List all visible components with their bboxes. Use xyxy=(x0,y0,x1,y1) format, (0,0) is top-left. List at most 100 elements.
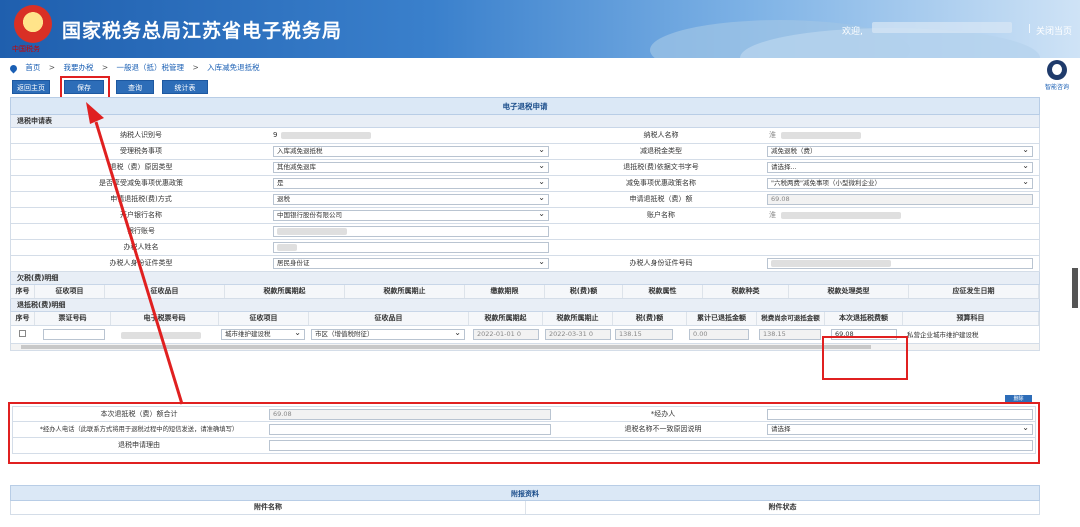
refund-col: 预算科目 xyxy=(903,312,1039,325)
form-row: 申请退抵税(费)方式 退税 申请退抵税（费）额 69.08 xyxy=(10,192,1040,208)
policy-flag-select[interactable]: 是 xyxy=(273,178,549,189)
owe-col: 征收项目 xyxy=(35,285,105,298)
stats-button[interactable]: 统计表 xyxy=(162,80,208,94)
taxpayer-id-label: 纳税人识别号 xyxy=(120,131,162,139)
breadcrumb-refund-mgmt[interactable]: 一般退（抵）税管理 xyxy=(117,63,185,72)
form-row: 本次退抵税（费）额合计 69.08 *经办人 xyxy=(12,406,1036,422)
apply-amount-field[interactable]: 69.08 xyxy=(767,194,1033,205)
owe-col: 缴款期限 xyxy=(465,285,545,298)
handler-name-field[interactable] xyxy=(273,242,549,253)
levy-item-select[interactable]: 城市维护建设税 xyxy=(221,329,305,340)
refund-col: 本次退抵税费额 xyxy=(825,312,903,325)
method-select[interactable]: 退税 xyxy=(273,194,549,205)
breadcrumb: 首页 > 我要办税 > 一般退（抵）税管理 > 入库减免退抵税 xyxy=(8,62,266,73)
refund-col: 税款所属期起 xyxy=(469,312,543,325)
mismatch-select[interactable]: 请选择 xyxy=(767,424,1033,435)
owe-col: 征收品目 xyxy=(105,285,225,298)
form-title: 电子退税申请 xyxy=(10,97,1040,115)
form-row: 办税人身份证件类型 居民身份证 办税人身份证件号码 xyxy=(10,256,1040,272)
redacted-value xyxy=(277,228,347,235)
redacted-value xyxy=(781,132,861,139)
section-owe: 欠税(费)明细 xyxy=(10,272,1040,285)
refunded-field[interactable]: 0.00 xyxy=(689,329,749,340)
section-apply: 退税申请表 xyxy=(10,115,1040,128)
refund-table-header: 序号 票证号码 电子税票号码 征收项目 征收品目 税款所属期起 税款所属期止 税… xyxy=(10,312,1040,326)
handler-label: *经办人 xyxy=(650,410,676,418)
refund-reason-select[interactable]: 其他减免退库 xyxy=(273,162,549,173)
policy-name-label: 减免事项优惠政策名称 xyxy=(626,179,696,187)
header-separator: | xyxy=(1028,24,1032,34)
remaining-field[interactable]: 138.15 xyxy=(759,329,821,340)
assistant-label: 智能咨询 xyxy=(1044,84,1069,91)
policy-name-select[interactable]: "六税两费"减免事项（小型微利企业） xyxy=(767,178,1033,189)
bank-select[interactable]: 中国银行股份有限公司 xyxy=(273,210,549,221)
owe-col: 税款处理类型 xyxy=(789,285,909,298)
attach-col-name: 附件名称 xyxy=(11,501,526,514)
redacted-value xyxy=(121,332,201,339)
breadcrumb-home[interactable]: 首页 xyxy=(25,63,40,72)
reason-field[interactable] xyxy=(269,440,1033,451)
reduce-type-select[interactable]: 减免退税（费） xyxy=(767,146,1033,157)
policy-flag-label: 是否享受减免事项优惠政策 xyxy=(99,179,183,187)
side-scroll-handle[interactable] xyxy=(1072,268,1078,308)
tax-emblem-icon xyxy=(14,5,52,43)
section-refund: 退抵税(费)明细 xyxy=(10,299,1040,312)
redacted-value xyxy=(281,132,371,139)
account-name-label: 账户名称 xyxy=(647,211,675,219)
breadcrumb-tax[interactable]: 我要办税 xyxy=(63,63,93,72)
owe-table-header: 序号 征收项目 征收品目 税款所属期起 税款所属期止 缴款期限 税(费)额 税款… xyxy=(10,285,1040,299)
refund-col: 征收项目 xyxy=(219,312,309,325)
summary-section: 本次退抵税（费）额合计 69.08 *经办人 *经办人电话（此联系方式将用于退税… xyxy=(12,406,1036,454)
smart-assistant[interactable]: 智能咨询 xyxy=(1042,60,1072,91)
redacted-value xyxy=(771,260,891,267)
attach-col-status: 附件状态 xyxy=(768,503,797,511)
form-row: 是否享受减免事项优惠政策 是 减免事项优惠政策名称 "六税两费"减免事项（小型微… xyxy=(10,176,1040,192)
handle-item-select[interactable]: 入库减免退抵税 xyxy=(273,146,549,157)
refund-doc-select[interactable]: 请选择... xyxy=(767,162,1033,173)
assistant-icon xyxy=(1047,60,1067,80)
form-row: 受理税务事项 入库减免退抵税 减退税金类型 减免退税（费） xyxy=(10,144,1040,160)
form-row: 退税申请理由 xyxy=(12,438,1036,454)
owe-col: 税款属性 xyxy=(623,285,703,298)
scroll-thumb[interactable] xyxy=(21,345,871,349)
handler-field[interactable] xyxy=(767,409,1033,420)
query-button[interactable]: 查询 xyxy=(116,80,154,94)
top-banner: 中国税务 国家税务总局江苏省电子税务局 欢迎, | 关闭当页 xyxy=(0,0,1080,58)
phone-label: *经办人电话（此联系方式将用于退税过程中的短信发送，请准确填写） xyxy=(39,426,239,433)
reason-label: 退税申请理由 xyxy=(118,441,160,449)
owe-col: 税(费)额 xyxy=(545,285,623,298)
period-start-field[interactable]: 2022-01-01 0 xyxy=(473,329,539,340)
levy-sub-select[interactable]: 市区（增值税附征） xyxy=(311,329,465,340)
site-title: 国家税务总局江苏省电子税务局 xyxy=(62,20,343,42)
period-end-field[interactable]: 2022-03-31 0 xyxy=(545,329,611,340)
phone-field[interactable] xyxy=(269,424,551,435)
home-button[interactable]: 返回主页 xyxy=(12,80,50,94)
handler-name-label: 办税人姓名 xyxy=(123,243,159,251)
account-no-label: 银行账号 xyxy=(127,227,155,235)
row-checkbox[interactable] xyxy=(19,330,26,337)
owe-col: 税款种类 xyxy=(703,285,789,298)
refund-amount-highlight-box xyxy=(822,336,908,380)
reduce-type-label: 减退税金类型 xyxy=(640,147,682,155)
refund-col: 征收品目 xyxy=(309,312,469,325)
refund-col: 票证号码 xyxy=(35,312,111,325)
form-row: 开户银行名称 中国银行股份有限公司 账户名称 淮 xyxy=(10,208,1040,224)
close-page-link[interactable]: 关闭当页 xyxy=(1036,24,1072,37)
bank-label: 开户银行名称 xyxy=(120,211,162,219)
redacted-value xyxy=(277,244,297,251)
apply-amount-label: 申请退抵税（费）额 xyxy=(629,195,693,203)
form-row: *经办人电话（此联系方式将用于退税过程中的短信发送，请准确填写） 退税名称不一致… xyxy=(12,422,1036,438)
id-type-select[interactable]: 居民身份证 xyxy=(273,258,549,269)
tax-amount-field[interactable]: 138.15 xyxy=(615,329,673,340)
refund-col: 累计已退抵金额 xyxy=(687,312,757,325)
refund-col: 税费尚余可退抵金额 xyxy=(757,312,825,325)
refund-col: 电子税票号码 xyxy=(111,312,219,325)
form-row: 银行账号 xyxy=(10,224,1040,240)
owe-col: 序号 xyxy=(11,285,35,298)
total-field[interactable]: 69.08 xyxy=(269,409,551,420)
refund-col: 税款所属期止 xyxy=(543,312,613,325)
owe-col: 税款所属期起 xyxy=(225,285,345,298)
form-row: 办税人姓名 xyxy=(10,240,1040,256)
budget-subject: 私营企业城市维护建设税 xyxy=(907,331,979,339)
ticket-no-field[interactable] xyxy=(43,329,105,340)
